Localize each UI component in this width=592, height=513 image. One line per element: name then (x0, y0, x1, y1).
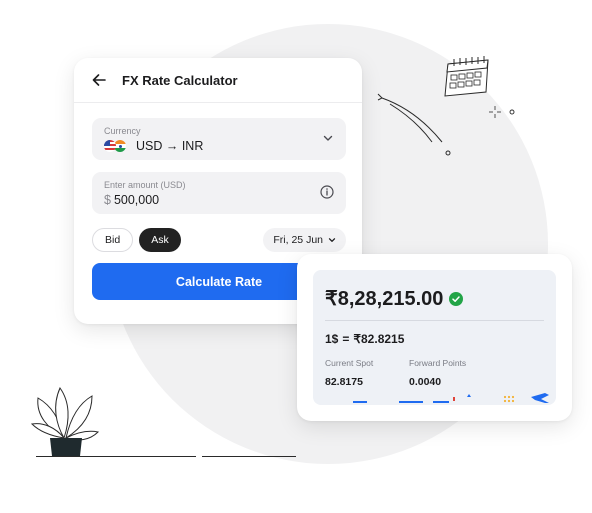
sparkle-dots-illustration (489, 106, 515, 118)
amount-value: 500,000 (113, 193, 160, 207)
info-icon[interactable] (320, 185, 334, 199)
usa-flag-icon (104, 140, 116, 152)
check-circle-icon (449, 291, 464, 306)
chevron-down-icon (328, 238, 336, 242)
ask-button[interactable]: Ask (139, 228, 181, 252)
bid-ask-toggle: Bid Ask (92, 228, 181, 252)
currency-label: Currency (104, 126, 141, 136)
currency-flags (104, 140, 128, 152)
bid-button[interactable]: Bid (92, 228, 134, 252)
rate-base: 1$ (325, 332, 339, 346)
currency-select[interactable]: Currency USD → INR (92, 118, 346, 160)
ground-line (36, 456, 196, 457)
exchange-rate: 1$ = ₹82.8215 (325, 332, 404, 346)
page-title: FX Rate Calculator (122, 72, 238, 88)
date-picker[interactable]: Fri, 25 Jun (263, 228, 346, 252)
forward-points-value: 0.0040 (409, 376, 442, 388)
ground-line (202, 456, 296, 457)
current-spot-label: Current Spot (325, 358, 374, 368)
result-card: ₹8,28,215.00 1$ = ₹82.8215 Current Spot 82… (297, 254, 572, 421)
date-label: Fri, 25 Jun (273, 234, 323, 246)
amount-label: Enter amount (USD) (104, 180, 186, 190)
forward-points-label: Forward Points (409, 358, 467, 368)
sparkle-illustration (377, 93, 451, 156)
currency-value: USD → INR (136, 139, 204, 153)
plant-illustration (30, 386, 100, 456)
converted-total: ₹8,28,215.00 (325, 286, 464, 311)
back-arrow-icon[interactable] (90, 71, 108, 89)
amount-field[interactable]: Enter amount (USD) $500,000 (92, 172, 346, 214)
rate-equals: = (342, 332, 350, 346)
card-header: FX Rate Calculator (74, 58, 362, 103)
amount-currency-symbol: $ (104, 193, 111, 207)
result-panel: ₹8,28,215.00 1$ = ₹82.8215 Current Spot 82… (313, 270, 556, 405)
decorative-strip (353, 393, 549, 403)
rate-value: ₹82.8215 (353, 332, 405, 346)
divider (325, 320, 544, 321)
current-spot-value: 82.8175 (325, 376, 363, 388)
chevron-down-icon[interactable] (322, 132, 334, 144)
total-amount: ₹8,28,215.00 (325, 288, 444, 310)
